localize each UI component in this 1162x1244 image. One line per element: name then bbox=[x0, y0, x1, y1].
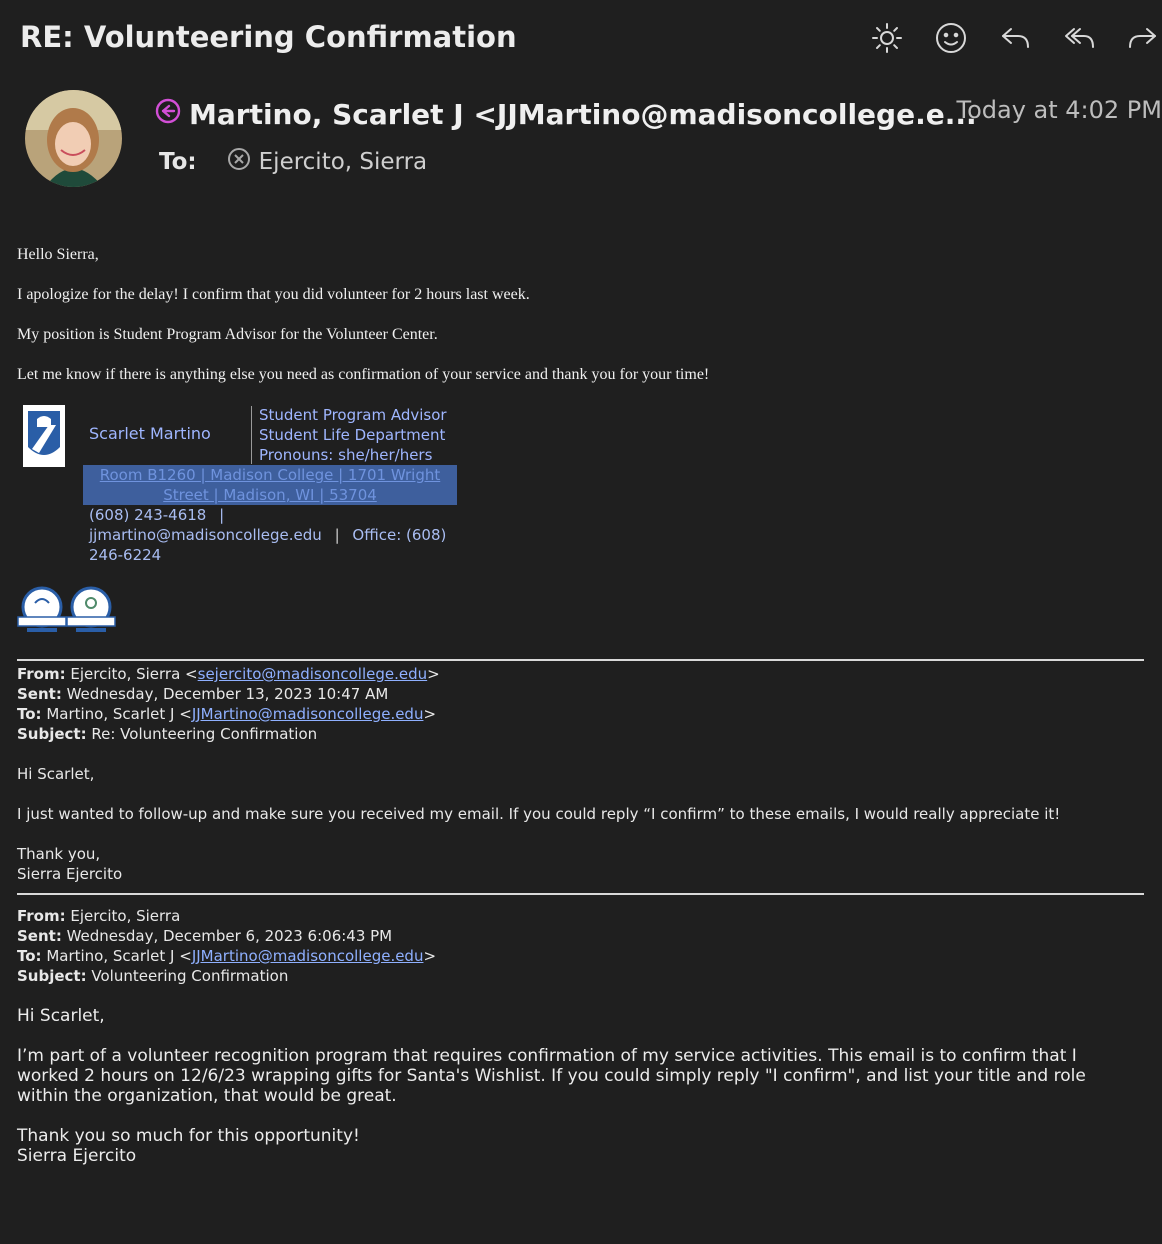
quote-thanks: Thank you, bbox=[17, 845, 101, 863]
recipient-line: To: Ejercito, Sierra bbox=[159, 147, 427, 177]
recipient-status-icon bbox=[227, 147, 259, 177]
quote-sent: Sent: Wednesday, December 13, 2023 10:47… bbox=[17, 685, 389, 703]
inclusive-badge-icon bbox=[17, 585, 67, 635]
quote-divider bbox=[17, 659, 1144, 661]
quote-paragraph: I just wanted to follow-up and make sure… bbox=[17, 805, 1061, 823]
smiley-icon[interactable] bbox=[932, 18, 970, 58]
signature-title: Student Program Advisor bbox=[259, 406, 447, 424]
quote-from: From: Ejercito, Sierra <sejercito@madiso… bbox=[17, 665, 440, 683]
replied-icon bbox=[155, 98, 181, 131]
to-label: To: bbox=[159, 149, 197, 175]
signature-address[interactable]: Room B1260 | Madison College | 1701 Wrig… bbox=[83, 465, 457, 505]
signature-office: Office: (608) bbox=[352, 526, 447, 544]
quote-paragraph-line: I’m part of a volunteer recognition prog… bbox=[17, 1046, 1077, 1066]
quote-signoff: Sierra Ejercito bbox=[17, 865, 123, 883]
signature-name: Scarlet Martino bbox=[89, 424, 211, 443]
signature-email-line: jjmartino@madisoncollege.edu | Office: (… bbox=[89, 526, 446, 544]
signature-phone-line: (608) 243-4618 | bbox=[89, 506, 224, 524]
sender-name[interactable]: Martino, Scarlet J <JJMartino@madisoncol… bbox=[189, 98, 977, 131]
forward-icon[interactable] bbox=[1124, 18, 1162, 58]
email-link[interactable]: JJMartino@madisoncollege.edu bbox=[192, 705, 424, 723]
quote-greeting: Hi Scarlet, bbox=[17, 1006, 105, 1026]
quote-subject: Subject: Re: Volunteering Confirmation bbox=[17, 725, 318, 743]
address-line: Street | Madison, WI | 53704 bbox=[163, 486, 377, 504]
quote-thanks: Thank you so much for this opportunity! bbox=[17, 1126, 360, 1146]
body-paragraph: Let me know if there is anything else yo… bbox=[17, 366, 710, 383]
reply-icon[interactable] bbox=[996, 18, 1034, 58]
certified-interviewer-badge-icon bbox=[66, 585, 116, 635]
body-greeting: Hello Sierra, bbox=[17, 246, 99, 263]
email-link[interactable]: sejercito@madisoncollege.edu bbox=[198, 665, 428, 683]
avatar bbox=[25, 90, 122, 187]
quote-signoff: Sierra Ejercito bbox=[17, 1146, 137, 1166]
reply-all-icon[interactable] bbox=[1060, 18, 1098, 58]
message-date: Today at 4:02 PM bbox=[956, 96, 1162, 124]
quote-from: From: Ejercito, Sierra bbox=[17, 907, 181, 925]
quote-subject: Subject: Volunteering Confirmation bbox=[17, 967, 289, 985]
quote-to: To: Martino, Scarlet J <JJMartino@madiso… bbox=[17, 705, 437, 723]
separator: | bbox=[334, 526, 340, 544]
signature-divider bbox=[251, 406, 252, 464]
signature-email-link[interactable]: jjmartino@madisoncollege.edu bbox=[89, 526, 322, 544]
signature-pronouns: Pronouns: she/her/hers bbox=[259, 446, 433, 464]
college-logo bbox=[23, 405, 65, 467]
quote-divider bbox=[17, 893, 1144, 895]
email-link[interactable]: JJMartino@madisoncollege.edu bbox=[192, 947, 424, 965]
sun-icon[interactable] bbox=[868, 18, 906, 58]
body-paragraph: My position is Student Program Advisor f… bbox=[17, 326, 438, 343]
body-paragraph: I apologize for the delay! I confirm tha… bbox=[17, 286, 530, 303]
separator: | bbox=[219, 506, 225, 524]
sender-line: Martino, Scarlet J <JJMartino@madisoncol… bbox=[155, 98, 977, 131]
toolbar bbox=[868, 18, 1162, 58]
quote-paragraph-line: worked 2 hours on 12/6/23 wrapping gifts… bbox=[17, 1066, 1086, 1086]
email-subject: RE: Volunteering Confirmation bbox=[20, 20, 517, 54]
signature-department: Student Life Department bbox=[259, 426, 446, 444]
recipient-name[interactable]: Ejercito, Sierra bbox=[259, 149, 428, 175]
address-line: Room B1260 | Madison College | 1701 Wrig… bbox=[99, 466, 441, 484]
quote-greeting: Hi Scarlet, bbox=[17, 765, 95, 783]
signature-office-cont: 246-6224 bbox=[89, 546, 162, 564]
quote-sent: Sent: Wednesday, December 6, 2023 6:06:4… bbox=[17, 927, 393, 945]
quote-paragraph-line: within the organization, that would be g… bbox=[17, 1086, 397, 1106]
quote-to: To: Martino, Scarlet J <JJMartino@madiso… bbox=[17, 947, 437, 965]
signature-phone: (608) 243-4618 bbox=[89, 506, 207, 524]
